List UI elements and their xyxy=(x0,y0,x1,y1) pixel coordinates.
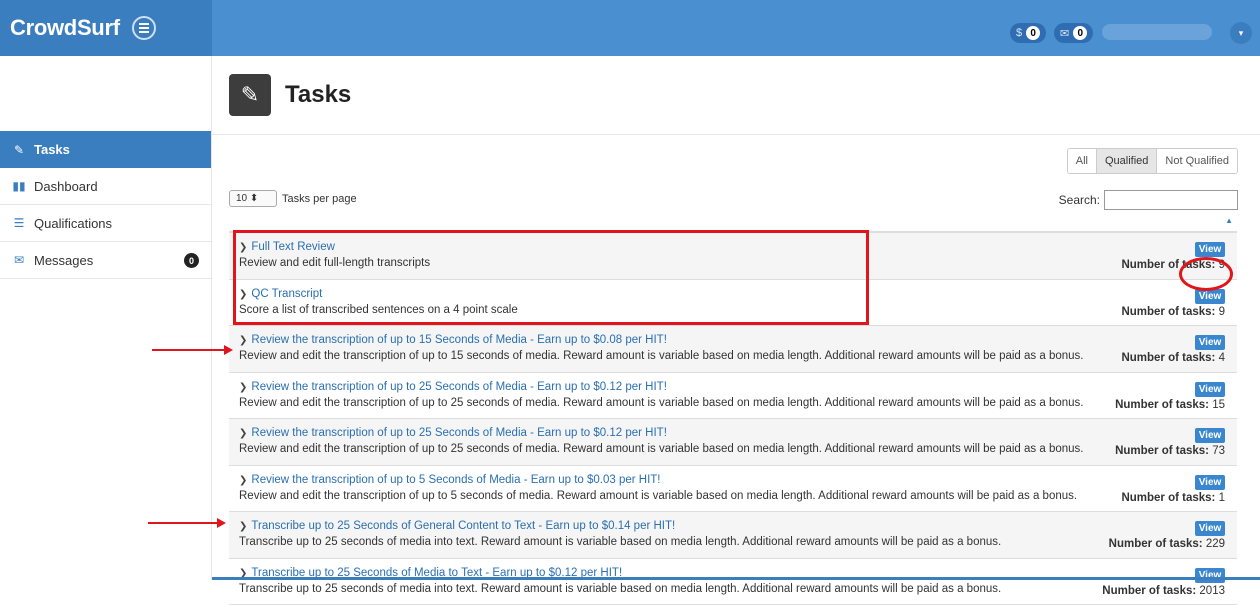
table-row: ❯Review the transcription of up to 25 Se… xyxy=(229,373,1237,420)
view-button[interactable]: View xyxy=(1195,242,1225,257)
task-description: Review and edit the transcription of up … xyxy=(239,350,1083,362)
top-nav: $ 0 ✉ 0 ▾ xyxy=(212,0,1260,56)
task-count: Number of tasks: 73 xyxy=(1115,445,1225,457)
chevron-right-icon: ❯ xyxy=(239,335,247,346)
task-count: Number of tasks: 15 xyxy=(1115,399,1225,411)
table-row: ❯Review the transcription of up to 5 Sec… xyxy=(229,466,1237,513)
sidebar-item-label: Messages xyxy=(34,253,93,268)
task-title-link[interactable]: ❯Transcribe up to 25 Seconds of General … xyxy=(239,520,675,532)
chevron-right-icon: ❯ xyxy=(239,521,247,532)
menu-toggle-icon[interactable] xyxy=(132,16,156,40)
view-button[interactable]: View xyxy=(1195,382,1225,397)
qualification-filter: All Qualified Not Qualified xyxy=(1067,148,1238,174)
brand-logo[interactable]: CrowdSurf xyxy=(10,15,120,41)
view-button[interactable]: View xyxy=(1195,568,1225,583)
filter-qualified-button[interactable]: Qualified xyxy=(1096,149,1156,173)
sidebar-item-tasks[interactable]: ✎ Tasks xyxy=(0,131,211,168)
per-page-label: Tasks per page xyxy=(282,193,357,205)
sidebar-item-label: Tasks xyxy=(34,142,70,157)
sidebar-item-messages[interactable]: ✉ Messages 0 xyxy=(0,242,211,279)
sidebar-item-dashboard[interactable]: ▮▮ Dashboard xyxy=(0,168,211,205)
task-description: Review and edit the transcription of up … xyxy=(239,397,1083,409)
earnings-count: 0 xyxy=(1026,26,1040,40)
search-control: Search: xyxy=(1059,190,1238,210)
edit-icon: ✎ xyxy=(12,143,26,157)
mail-button[interactable]: ✉ 0 xyxy=(1054,23,1093,43)
per-page-select[interactable]: 10 ⬍ xyxy=(229,190,277,207)
annotation-highlight-box xyxy=(233,230,869,325)
sidebar-item-qualifications[interactable]: ☰ Qualifications xyxy=(0,205,211,242)
user-name-blurred[interactable] xyxy=(1102,24,1212,40)
filter-not-qualified-button[interactable]: Not Qualified xyxy=(1156,149,1237,173)
envelope-icon: ✉ xyxy=(12,253,26,267)
earnings-button[interactable]: $ 0 xyxy=(1010,23,1046,43)
annotation-arrow xyxy=(152,349,225,351)
task-count: Number of tasks: 1 xyxy=(1121,492,1225,504)
brand-area: CrowdSurf xyxy=(0,0,212,56)
chevron-right-icon: ❯ xyxy=(239,475,247,486)
dollar-icon: $ xyxy=(1016,27,1022,39)
messages-badge: 0 xyxy=(184,253,199,268)
table-row: ❯Transcribe up to 25 Seconds of General … xyxy=(229,512,1237,559)
table-row: ❯Review the transcription of up to 15 Se… xyxy=(229,326,1237,373)
sidebar: ✎ Tasks ▮▮ Dashboard ☰ Qualifications ✉ … xyxy=(0,56,212,580)
page-title: Tasks xyxy=(285,81,351,109)
sidebar-item-label: Qualifications xyxy=(34,216,112,231)
list-icon: ☰ xyxy=(12,216,26,230)
task-count: Number of tasks: 9 xyxy=(1121,306,1225,318)
filter-all-button[interactable]: All xyxy=(1068,149,1096,173)
sort-asc-icon[interactable]: ▲ xyxy=(1225,216,1233,225)
sidebar-item-label: Dashboard xyxy=(34,179,98,194)
divider xyxy=(212,134,1260,135)
table-row: ❯Review the transcription of up to 25 Se… xyxy=(229,419,1237,466)
task-count: Number of tasks: 2013 xyxy=(1102,585,1225,597)
task-description: Transcribe up to 25 seconds of media int… xyxy=(239,536,1001,548)
chevron-right-icon: ❯ xyxy=(239,382,247,393)
search-input[interactable] xyxy=(1104,190,1238,210)
sidebar-nav: ✎ Tasks ▮▮ Dashboard ☰ Qualifications ✉ … xyxy=(0,131,211,279)
briefcase-icon: ▮▮ xyxy=(12,179,26,193)
mail-count: 0 xyxy=(1073,26,1087,40)
annotation-arrow xyxy=(148,522,218,524)
envelope-icon: ✉ xyxy=(1060,27,1069,40)
table-row: ❯Transcribe up to 25 Seconds of Media to… xyxy=(229,559,1237,605)
task-count: Number of tasks: 229 xyxy=(1109,538,1225,550)
chevron-down-icon[interactable]: ▾ xyxy=(1230,22,1252,44)
view-button[interactable]: View xyxy=(1195,475,1225,490)
task-title-link[interactable]: ❯Review the transcription of up to 15 Se… xyxy=(239,334,667,346)
task-description: Transcribe up to 25 seconds of media int… xyxy=(239,583,1001,595)
search-label: Search: xyxy=(1059,193,1100,207)
task-description: Review and edit the transcription of up … xyxy=(239,443,1083,455)
chevron-right-icon: ❯ xyxy=(239,428,247,439)
top-bar: CrowdSurf $ 0 ✉ 0 ▾ xyxy=(0,0,1260,56)
view-button[interactable]: View xyxy=(1195,428,1225,443)
view-button[interactable]: View xyxy=(1195,521,1225,536)
task-title-link[interactable]: ❯Review the transcription of up to 25 Se… xyxy=(239,381,667,393)
task-description: Review and edit the transcription of up … xyxy=(239,490,1077,502)
task-title-link[interactable]: ❯Review the transcription of up to 5 Sec… xyxy=(239,474,661,486)
task-title-link[interactable]: ❯Review the transcription of up to 25 Se… xyxy=(239,427,667,439)
page-header: ✎ Tasks xyxy=(229,74,351,116)
annotation-circle xyxy=(1179,257,1233,291)
view-button[interactable]: View xyxy=(1195,335,1225,350)
task-count: Number of tasks: 4 xyxy=(1121,352,1225,364)
edit-icon: ✎ xyxy=(229,74,271,116)
per-page-control: 10 ⬍ Tasks per page xyxy=(229,190,357,207)
